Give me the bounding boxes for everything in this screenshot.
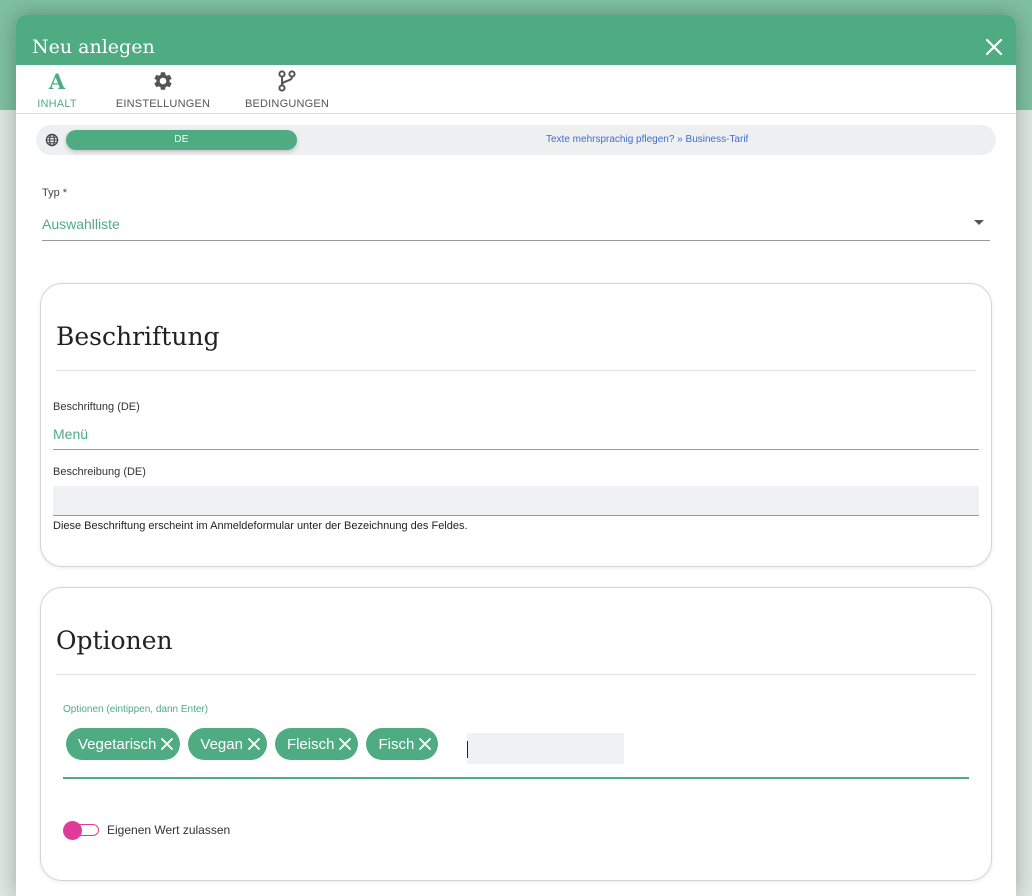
options-input-label: Optionen (eintippen, dann Enter) (63, 704, 209, 715)
options-card: Optionen Optionen (eintippen, dann Enter… (40, 587, 992, 881)
description-hint: Diese Beschriftung erscheint im Anmeldef… (53, 520, 468, 532)
business-tariff-link[interactable]: Texte mehrsprachig pflegen? » Business-T… (546, 134, 748, 145)
close-icon (161, 738, 174, 750)
text-cursor (467, 741, 468, 758)
label-field-label: Beschriftung (DE) (53, 401, 140, 413)
label-card-title: Beschriftung (56, 322, 220, 351)
divider (56, 674, 976, 675)
chip-list: Vegetarisch Vegan Fleisch Fisch (66, 728, 439, 760)
language-de-button[interactable]: DE (66, 130, 297, 150)
options-card-title: Optionen (56, 626, 173, 655)
dialog-titlebar: Neu anlegen (16, 15, 1016, 65)
letter-a-icon: A (48, 68, 66, 94)
close-icon (419, 738, 432, 750)
tab-bar: A INHALT EINSTELLUNGEN BEDINGUNGEN (16, 65, 1016, 114)
tab-einstellungen[interactable]: EINSTELLUNGEN (116, 69, 210, 113)
option-text-input[interactable] (467, 733, 624, 764)
tab-inhalt[interactable]: A INHALT (37, 68, 77, 113)
tab-label: EINSTELLUNGEN (115, 98, 211, 110)
description-field-label: Beschreibung (DE) (53, 466, 146, 478)
chip-remove-button[interactable] (245, 735, 263, 753)
close-icon (985, 38, 1003, 56)
close-icon (248, 738, 260, 750)
chip-remove-button[interactable] (416, 735, 434, 753)
branch-icon (278, 70, 296, 92)
type-label: Typ * (42, 187, 68, 199)
label-input-value: Menü (53, 426, 89, 442)
chip-remove-button[interactable] (336, 735, 354, 753)
tab-label: INHALT (37, 98, 77, 110)
options-chip-field: Vegetarisch Vegan Fleisch Fisch (63, 721, 969, 779)
chip-label: Vegetarisch (78, 735, 157, 753)
chip-fleisch: Fleisch (274, 728, 359, 760)
type-value: Auswahlliste (42, 216, 120, 232)
chip-label: Fisch (378, 735, 415, 753)
gear-icon (154, 72, 172, 90)
label-input[interactable]: Menü (53, 418, 979, 450)
chip-fisch: Fisch (366, 728, 439, 760)
tab-label: BEDINGUNGEN (244, 98, 330, 110)
chip-remove-button[interactable] (158, 735, 176, 753)
type-select[interactable]: Auswahlliste (42, 208, 990, 241)
description-input[interactable] (53, 486, 979, 516)
label-card: Beschriftung Beschriftung (DE) Menü Besc… (40, 283, 992, 567)
language-bar: DE Texte mehrsprachig pflegen? » Busines… (36, 125, 996, 155)
chip-label: Vegan (200, 735, 243, 753)
chip-vegetarisch: Vegetarisch (66, 728, 181, 760)
allow-custom-toggle[interactable] (63, 821, 99, 840)
create-dialog: Neu anlegen A INHALT EINSTELLUNGEN BEDIN… (16, 15, 1016, 896)
close-icon (339, 738, 352, 750)
toggle-knob (63, 821, 82, 840)
chevron-down-icon (974, 220, 984, 225)
chip-vegan: Vegan (188, 728, 267, 760)
globe-icon (45, 133, 59, 147)
close-button[interactable] (984, 37, 1004, 57)
tab-bedingungen[interactable]: BEDINGUNGEN (245, 69, 329, 113)
chip-label: Fleisch (286, 735, 335, 753)
divider (56, 370, 976, 371)
allow-custom-label: Eigenen Wert zulassen (107, 823, 231, 837)
dialog-title: Neu anlegen (32, 36, 155, 58)
